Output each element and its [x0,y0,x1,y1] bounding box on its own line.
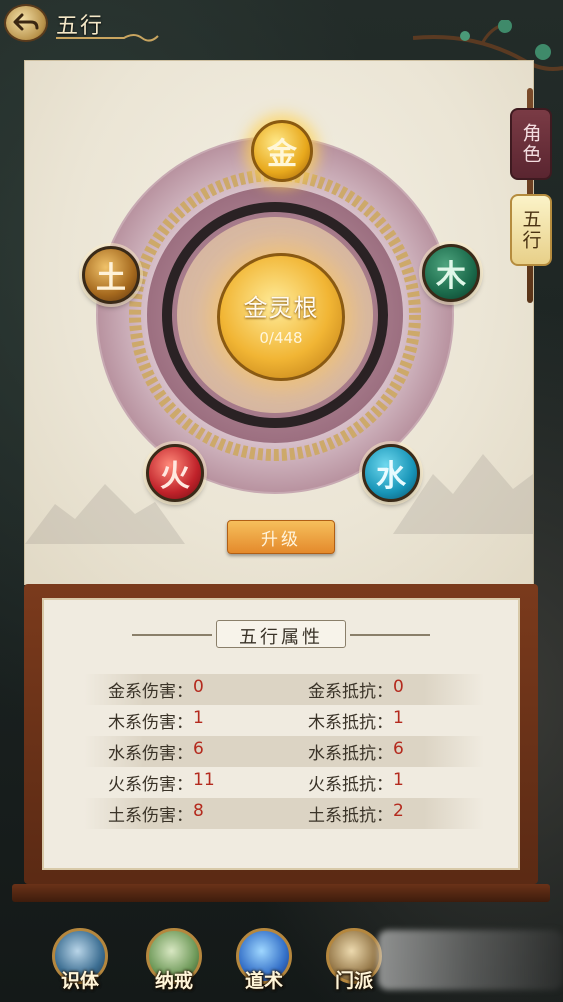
resist-label: 金系抵抗： [308,682,393,702]
nav-daoshu[interactable]: 道术 [232,928,296,998]
nav-najie[interactable]: 纳戒 [142,928,206,998]
attributes-title: 五行属性 [216,620,346,648]
damage-label: 金系伤害： [108,682,193,702]
resist-label: 土系抵抗： [308,806,393,826]
fire-element-orb[interactable]: 火 [146,444,204,502]
nav-shitu[interactable]: 识体 [48,928,112,998]
spirit-root-progress: 0/448 [259,328,303,347]
earth-element-orb[interactable]: 土 [82,246,140,304]
resist-value: 1 [393,770,404,790]
damage-label: 火系伤害： [108,775,193,795]
resist-value: 1 [393,708,404,728]
resist-label: 木系抵抗： [308,713,393,733]
attributes-panel: 五行属性 金系伤害： 0 金系抵抗： 0 木系伤害： 1 木系抵抗： 1 水系伤害： 6 … [42,598,520,870]
damage-label: 水系伤害： [108,744,193,764]
panel-base-bar [12,884,550,902]
damage-value: 0 [193,677,204,697]
wood-element-orb[interactable]: 木 [422,244,480,302]
attribute-row: 火系伤害： 11 火系抵抗： 1 [84,767,484,798]
nav-label: 识体 [60,970,99,992]
gold-element-orb[interactable]: 金 [251,120,313,182]
attributes-table: 金系伤害： 0 金系抵抗： 0 木系伤害： 1 木系抵抗： 1 水系伤害： 6 水系抵抗：… [84,674,484,829]
attribute-row: 土系伤害： 8 土系抵抗： 2 [84,798,484,829]
attribute-row: 金系伤害： 0 金系抵抗： 0 [84,674,484,705]
water-element-orb[interactable]: 水 [362,444,420,502]
tab-role[interactable]: 角色 [510,108,552,180]
resist-label: 水系抵抗： [308,744,393,764]
damage-label: 土系伤害： [108,806,193,826]
nav-label: 纳戒 [154,970,193,992]
nav-label: 道术 [244,970,283,992]
top-bar: 五行 [0,0,563,71]
resist-value: 6 [393,739,404,759]
damage-value: 11 [193,770,215,790]
damage-value: 8 [193,801,204,821]
tab-wuxing[interactable]: 五行 [510,194,552,266]
attribute-row: 水系伤害： 6 水系抵抗： 6 [84,736,484,767]
attribute-row: 木系伤害： 1 木系抵抗： 1 [84,705,484,736]
damage-value: 1 [193,708,204,728]
resist-value: 0 [393,677,404,697]
damage-value: 6 [193,739,204,759]
resist-label: 火系抵抗： [308,775,393,795]
nav-menpai[interactable]: 门派 [322,928,386,998]
blurred-overlay [378,930,563,990]
spirit-root-name: 金灵根 [243,293,319,322]
damage-label: 木系伤害： [108,713,193,733]
resist-value: 2 [393,801,404,821]
title-swirl-ornament [56,34,159,42]
back-arrow-icon[interactable] [4,4,48,42]
nav-label: 门派 [334,970,373,992]
spirit-root-core: 金灵根 0/448 [217,253,345,381]
upgrade-button[interactable]: 升级 [227,520,335,554]
